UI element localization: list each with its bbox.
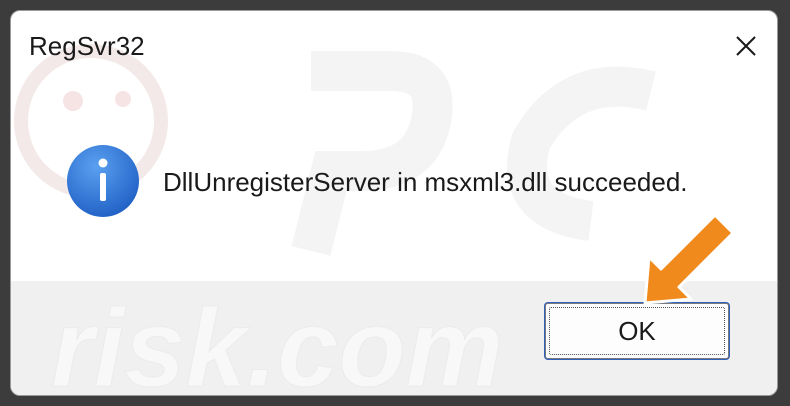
close-button[interactable] (723, 23, 769, 69)
focus-ring (549, 307, 725, 355)
ok-button[interactable]: OK (545, 303, 729, 359)
dialog-message: DllUnregisterServer in msxml3.dll succee… (163, 167, 688, 197)
dialog-title: RegSvr32 (29, 31, 145, 61)
info-icon (67, 145, 139, 217)
regsvr32-dialog: RegSvr32 DllUnregisterServer in msxml3.d… (10, 10, 778, 396)
dialog-content: DllUnregisterServer in msxml3.dll succee… (11, 81, 777, 281)
title-bar: RegSvr32 (11, 11, 777, 81)
dialog-footer: OK (11, 281, 777, 395)
close-icon (736, 36, 756, 56)
screenshot-frame: RegSvr32 DllUnregisterServer in msxml3.d… (0, 0, 790, 406)
